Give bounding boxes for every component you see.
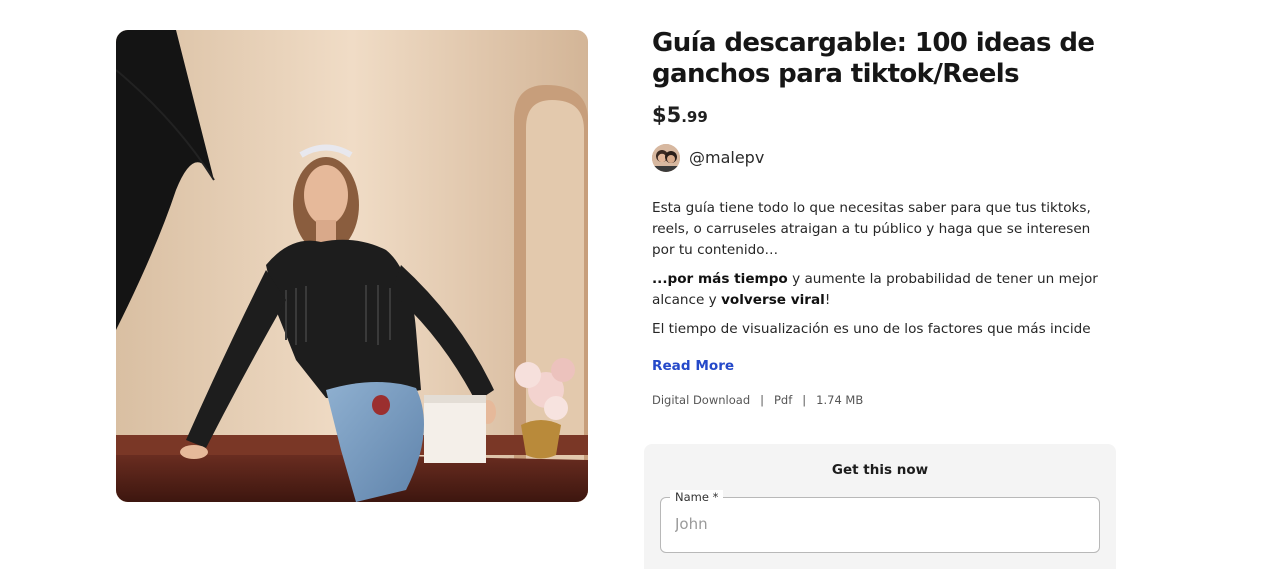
description-paragraph-3: El tiempo de visualización es uno de los…	[652, 321, 1091, 337]
meta-type: Digital Download	[652, 393, 751, 407]
card-title: Get this now	[831, 462, 929, 478]
description-bold-2: volverse viral	[721, 292, 825, 308]
creator[interactable]: @malepv	[652, 143, 1122, 172]
purchase-card: Get this now Name *	[644, 444, 1116, 569]
file-meta: Digital Download | Pdf | 1.74 MB	[652, 393, 1122, 407]
product-page: Guía descargable: 100 ideas de ganchos p…	[0, 0, 1269, 569]
product-info: Guía descargable: 100 ideas de ganchos p…	[652, 28, 1122, 407]
product-description: Esta guía tiene todo lo que necesitas sa…	[652, 198, 1107, 340]
description-text-2: !	[824, 292, 831, 308]
meta-separator: |	[760, 393, 764, 407]
meta-format: Pdf	[774, 393, 793, 407]
product-price: $5.99	[652, 103, 1122, 131]
product-photo-illustration	[116, 30, 588, 502]
avatar[interactable]	[652, 143, 680, 172]
description-paragraph-2: ...por más tiempo y aumente la probabili…	[652, 269, 1107, 311]
name-field[interactable]: Name *	[660, 490, 1100, 553]
description-bold-1: ...por más tiempo	[652, 271, 788, 287]
price-cents: .99	[681, 108, 708, 126]
read-more-link[interactable]: Read More	[652, 358, 734, 374]
avatar-photo-icon	[652, 143, 680, 172]
product-title: Guía descargable: 100 ideas de ganchos p…	[652, 28, 1095, 89]
meta-separator: |	[802, 393, 807, 407]
description-paragraph-1: Esta guía tiene todo lo que necesitas sa…	[652, 200, 1091, 258]
meta-size: 1.74 MB	[816, 393, 864, 407]
creator-handle[interactable]: @malepv	[689, 148, 764, 167]
product-image[interactable]	[116, 30, 588, 502]
name-input[interactable]	[662, 499, 1085, 549]
price-whole: $5	[652, 103, 682, 127]
